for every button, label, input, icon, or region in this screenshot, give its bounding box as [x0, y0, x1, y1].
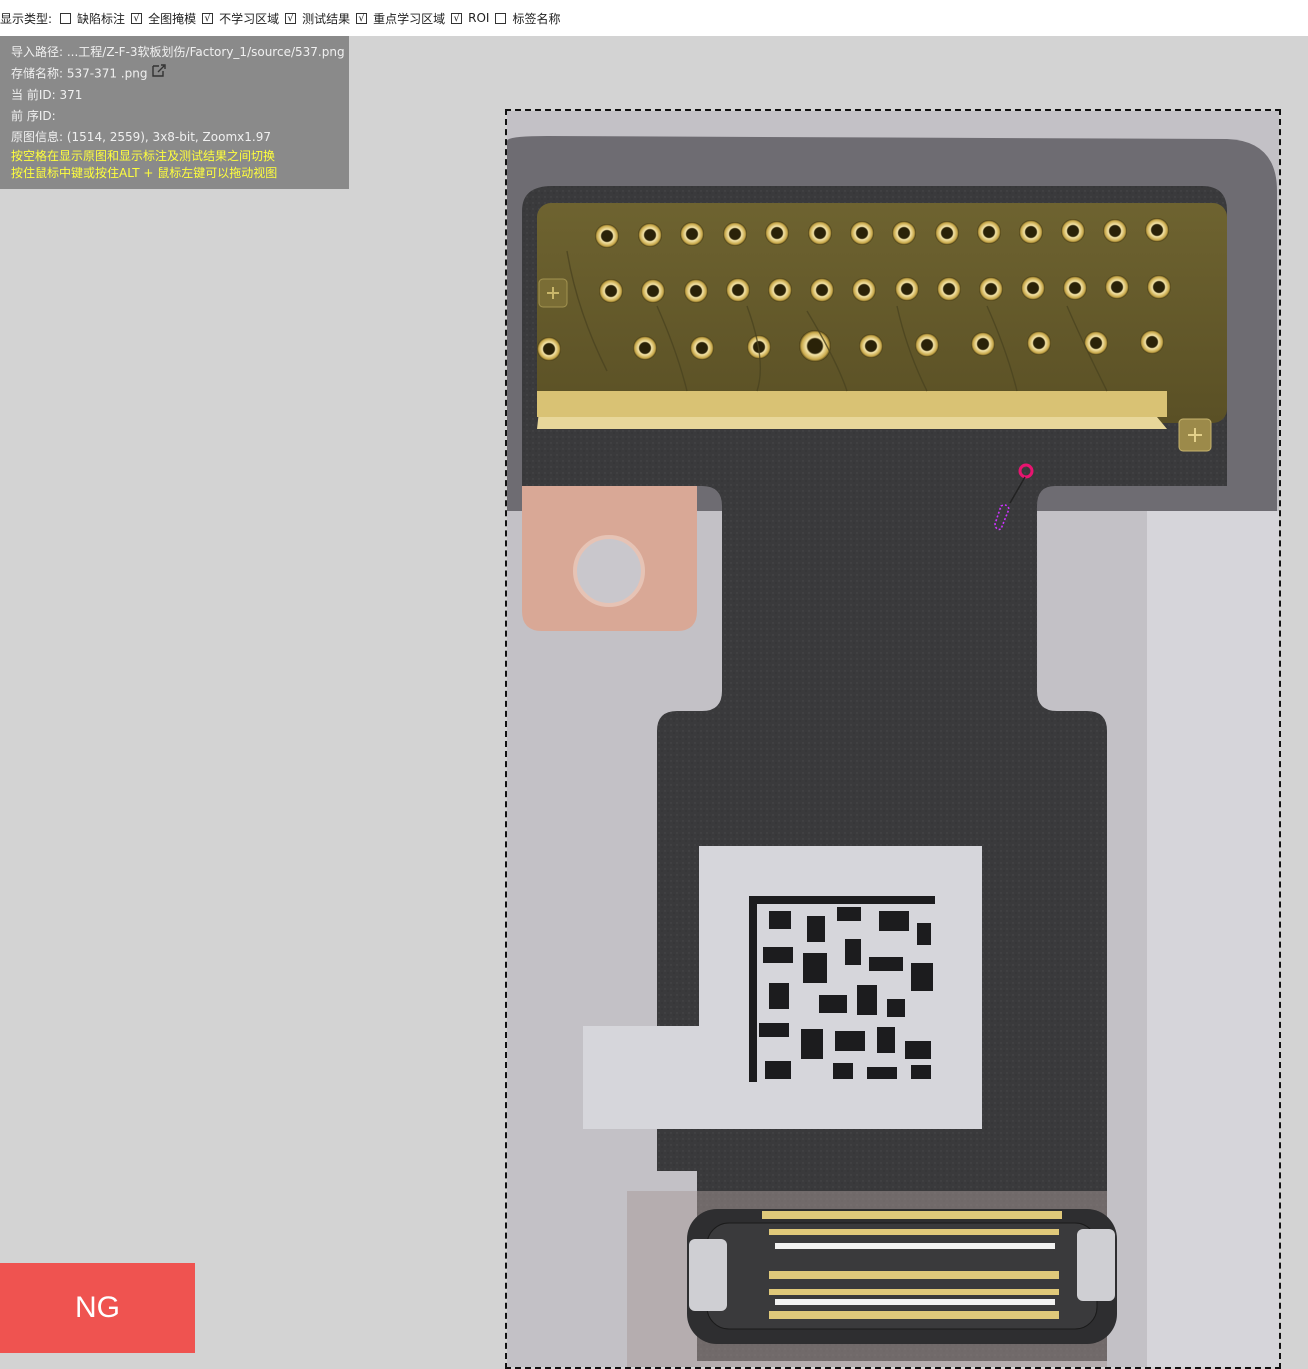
- option-defect-annotation[interactable]: 缺陷标注: [60, 10, 125, 27]
- option-label: ROI: [468, 11, 490, 25]
- image-viewport[interactable]: [505, 109, 1281, 1369]
- result-badge: NG: [0, 1263, 195, 1353]
- display-type-label: 显示类型:: [0, 11, 53, 26]
- checkbox-key-learn-region[interactable]: √: [356, 12, 368, 24]
- hint-drag-view: 按住鼠标中键或按住ALT + 鼠标左键可以拖动视图: [11, 166, 278, 180]
- checkbox-full-mask[interactable]: √: [131, 12, 143, 24]
- option-label: 缺陷标注: [77, 11, 126, 26]
- option-tag-name[interactable]: 标签名称: [495, 10, 560, 27]
- checkbox-roi[interactable]: √: [451, 12, 463, 24]
- previous-id: 前 序ID:: [11, 109, 56, 123]
- option-key-learn-region[interactable]: √ 重点学习区域: [356, 10, 445, 27]
- option-label: 全图掩模: [148, 11, 197, 26]
- save-name-row: 存储名称: 537-371 .png: [11, 63, 349, 85]
- option-label: 标签名称: [512, 11, 561, 26]
- hint-space-toggle: 按空格在显示原图和显示标注及测试结果之间切换: [11, 149, 276, 163]
- checkbox-defect-annotation[interactable]: [60, 12, 72, 24]
- inspection-image: [507, 111, 1279, 1367]
- image-info-panel: 导入路径: ...工程/Z-F-3软板划伤/Factory_1/source/5…: [0, 36, 349, 189]
- image-info: 原图信息: (1514, 2559), 3x8-bit, Zoomx1.97: [11, 130, 271, 144]
- current-id: 当 前ID: 371: [11, 88, 83, 102]
- option-label: 重点学习区域: [373, 11, 446, 26]
- option-full-mask[interactable]: √ 全图掩模: [131, 10, 196, 27]
- save-name: 存储名称: 537-371 .png: [11, 66, 148, 81]
- option-label: 不学习区域: [219, 11, 280, 26]
- display-type-toolbar: 显示类型: 缺陷标注 √ 全图掩模 √ 不学习区域 √ 测试结果 √ 重点学习区…: [0, 0, 1308, 36]
- option-no-learn-region[interactable]: √ 不学习区域: [202, 10, 279, 27]
- option-roi[interactable]: √ ROI: [451, 11, 489, 25]
- checkbox-test-result[interactable]: √: [285, 12, 297, 24]
- option-test-result[interactable]: √ 测试结果: [285, 10, 350, 27]
- import-path: 导入路径: ...工程/Z-F-3软板划伤/Factory_1/source/5…: [11, 45, 345, 59]
- checkbox-no-learn-region[interactable]: √: [202, 12, 214, 24]
- option-label: 测试结果: [302, 11, 351, 26]
- checkbox-tag-name[interactable]: [495, 12, 507, 24]
- edit-icon[interactable]: [151, 63, 166, 85]
